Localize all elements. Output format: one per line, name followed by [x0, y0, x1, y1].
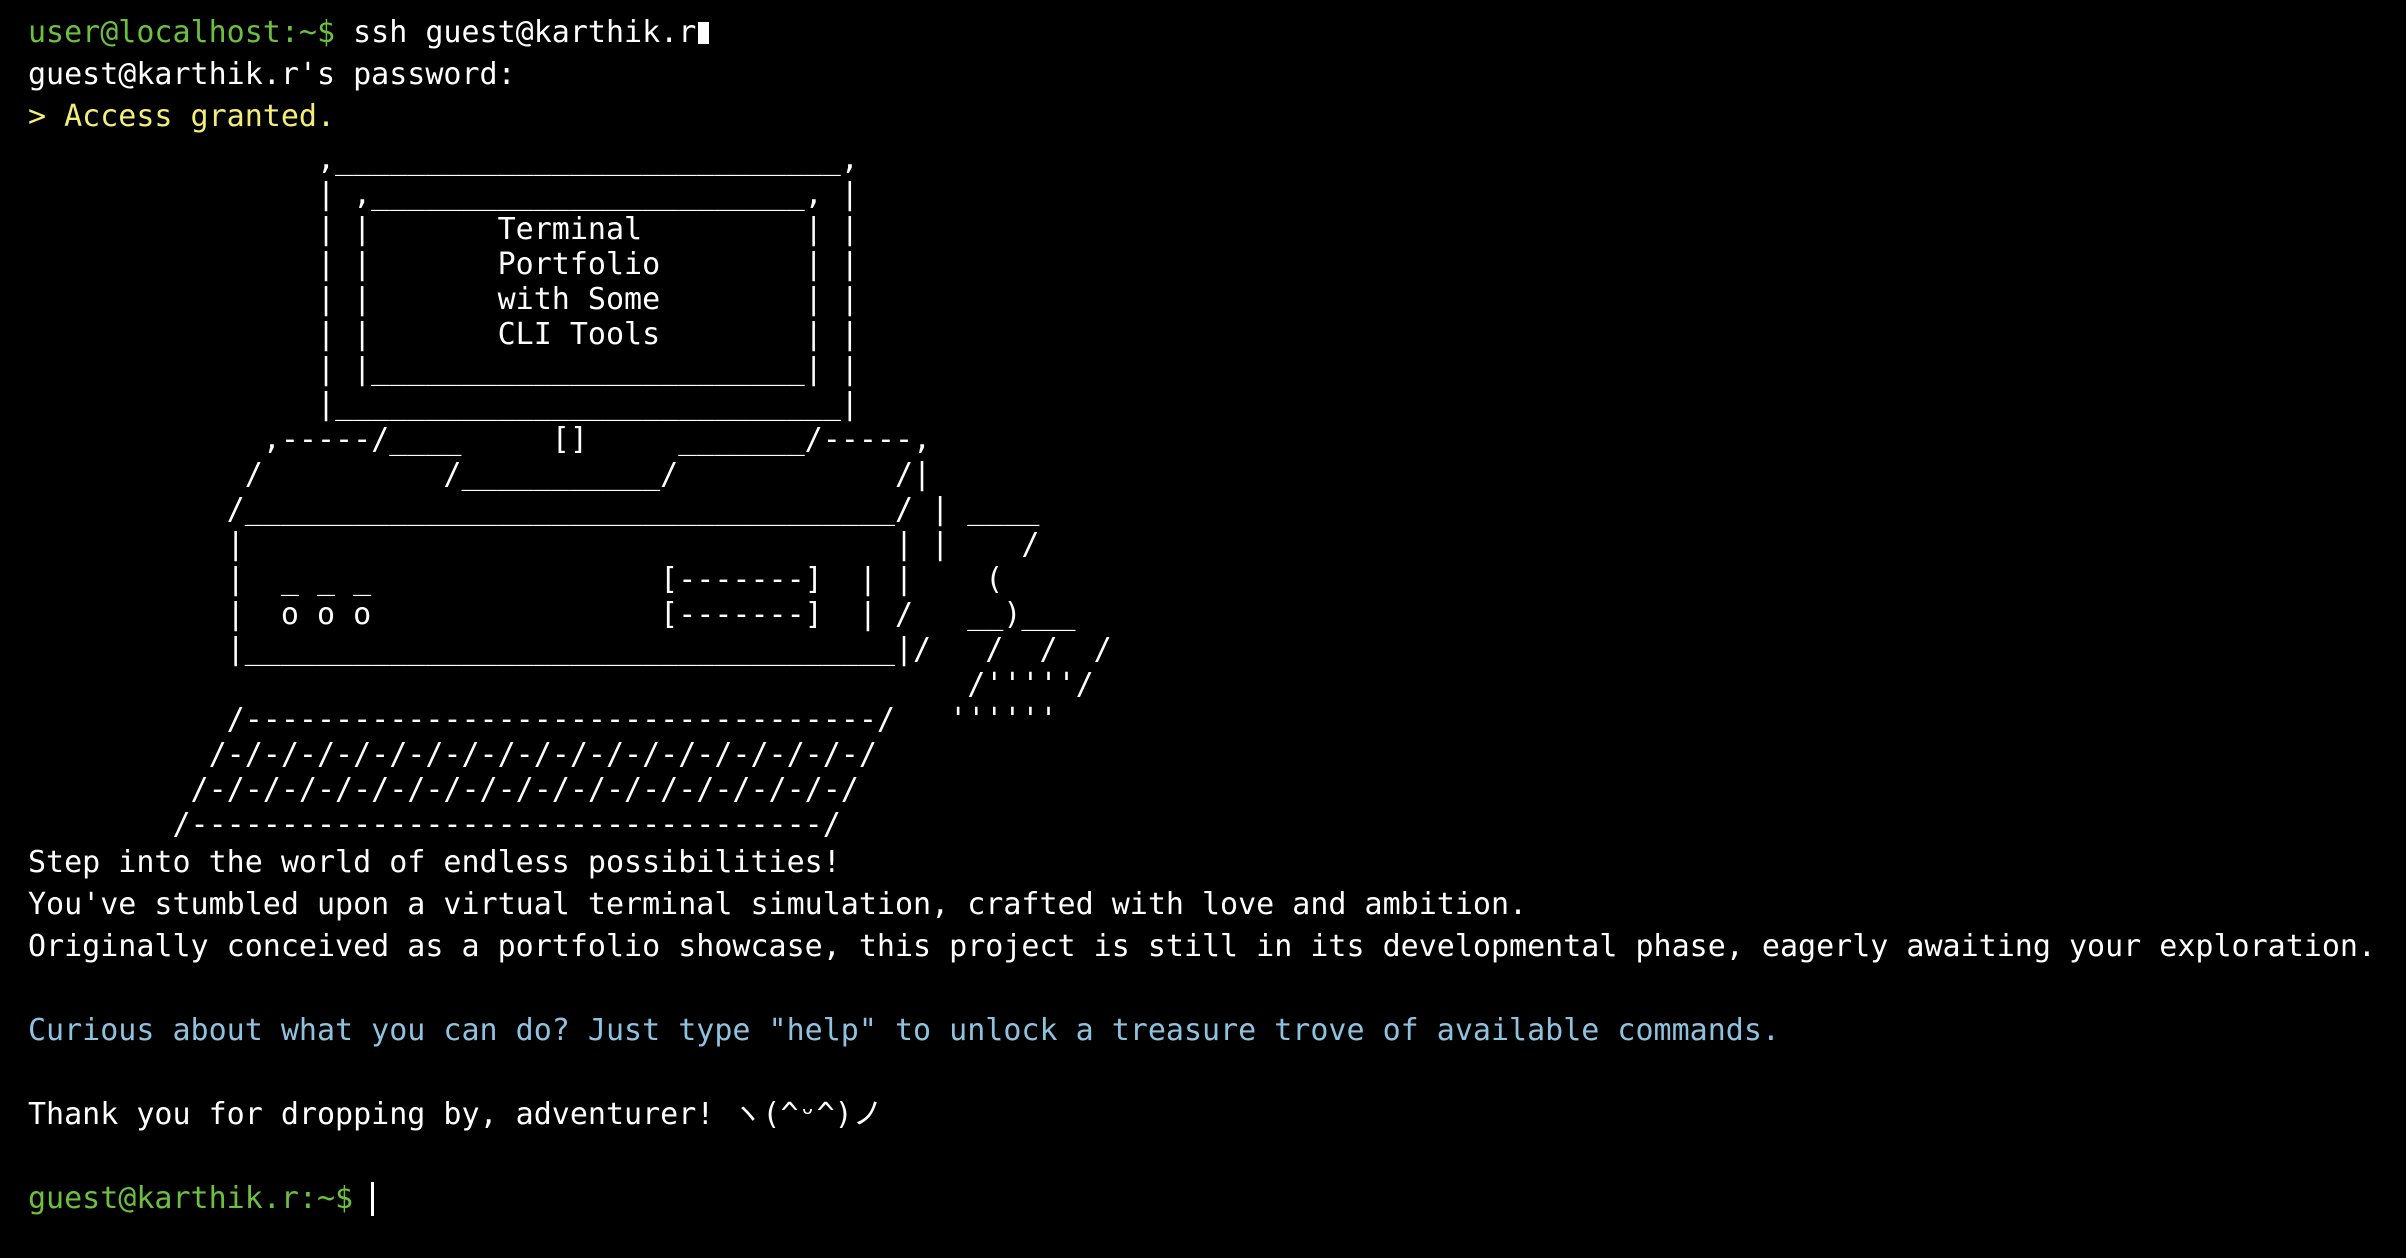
- thanks-message: Thank you for dropping by, adventurer! ヽ…: [28, 1097, 883, 1132]
- text-cursor-icon: [371, 1182, 375, 1216]
- access-granted-message: > Access granted.: [28, 99, 336, 134]
- local-prompt: user@localhost:~$: [28, 15, 336, 50]
- welcome-line-1: Step into the world of endless possibili…: [28, 845, 841, 880]
- password-prompt: guest@karthik.r's password:: [28, 57, 516, 92]
- command-prompt-line[interactable]: guest@karthik.r:~$: [28, 1178, 2406, 1220]
- ascii-computer-art: ,____________________________, | ,______…: [172, 142, 1112, 842]
- block-cursor-icon: [698, 22, 710, 44]
- terminal-window[interactable]: user@localhost:~$ ssh guest@karthik.r gu…: [0, 0, 2406, 1258]
- welcome-line-2: You've stumbled upon a virtual terminal …: [28, 887, 1528, 922]
- guest-prompt: guest@karthik.r:~$: [28, 1181, 354, 1216]
- ssh-command-line: user@localhost:~$ ssh guest@karthik.r: [28, 12, 2406, 54]
- welcome-line-3: Originally conceived as a portfolio show…: [28, 929, 2376, 964]
- ssh-command: ssh guest@karthik.r: [353, 15, 697, 50]
- help-hint: Curious about what you can do? Just type…: [28, 1013, 1780, 1048]
